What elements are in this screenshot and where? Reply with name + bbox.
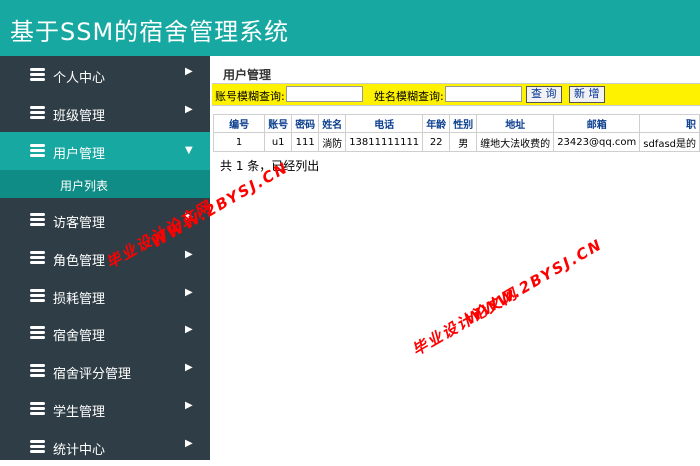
column-header-address: 地址 bbox=[476, 114, 555, 133]
account-search-input[interactable] bbox=[286, 86, 363, 102]
column-header-age: 年龄 bbox=[422, 114, 451, 133]
app-header: 基于SSM的宿舍管理系统 bbox=[0, 0, 700, 56]
list-icon bbox=[30, 440, 45, 454]
column-header-phone: 电话 bbox=[345, 114, 424, 133]
app-title: 基于SSM的宿舍管理系统 bbox=[10, 18, 290, 46]
column-header-name: 姓名 bbox=[318, 114, 347, 133]
cell-account: u1 bbox=[264, 132, 293, 152]
list-icon bbox=[30, 68, 45, 82]
sidebar-item-user-management[interactable]: 用户管理 ▼ bbox=[0, 132, 210, 170]
sidebar-item-label: 用户管理 bbox=[53, 147, 106, 162]
sidebar-item-label: 宿舍评分管理 bbox=[53, 367, 132, 382]
sidebar-item-label: 损耗管理 bbox=[53, 292, 106, 307]
chevron-right-icon: ▶ bbox=[185, 104, 193, 115]
chevron-right-icon: ▶ bbox=[185, 362, 193, 373]
table-row[interactable]: 1 u1 111 淌防 13811111111 22 男 缠地大法收费的 234… bbox=[212, 132, 700, 152]
sidebar-item-personal-center[interactable]: 个人中心 ▶ bbox=[0, 56, 210, 94]
sidebar-item-label: 班级管理 bbox=[53, 109, 106, 124]
sidebar-item-dorm-score-management[interactable]: 宿舍评分管理 ▶ bbox=[0, 352, 210, 390]
sidebar-subitem-user-list[interactable]: 用户列表 bbox=[0, 170, 210, 198]
cell-password: 111 bbox=[291, 132, 320, 152]
chevron-right-icon: ▶ bbox=[185, 438, 193, 449]
list-icon bbox=[30, 289, 45, 303]
column-header-position: 职 bbox=[639, 114, 700, 133]
list-icon bbox=[30, 144, 45, 158]
sidebar-item-label: 角色管理 bbox=[53, 254, 106, 269]
column-header-email: 邮箱 bbox=[553, 114, 641, 133]
cell-address: 缠地大法收费的 bbox=[476, 132, 555, 152]
chevron-down-icon: ▼ bbox=[185, 145, 193, 156]
cell-id: 1 bbox=[212, 132, 266, 152]
main-content: 用户管理 账号模糊查询: 姓名模糊查询: 查 询 新 增 编号 账号 密码 姓名… bbox=[210, 56, 700, 460]
sidebar-item-label: 宿舍管理 bbox=[53, 329, 106, 344]
sidebar-item-class-management[interactable]: 班级管理 ▶ bbox=[0, 94, 210, 132]
cell-position: sdfasd是的 bbox=[639, 132, 700, 152]
sidebar-subitem-label: 用户列表 bbox=[60, 179, 109, 193]
add-button[interactable]: 新 增 bbox=[569, 86, 605, 103]
cell-age: 22 bbox=[422, 132, 451, 152]
list-icon bbox=[30, 364, 45, 378]
sidebar-item-label: 学生管理 bbox=[53, 405, 106, 420]
chevron-right-icon: ▶ bbox=[185, 324, 193, 335]
list-icon bbox=[30, 326, 45, 340]
sidebar-item-label: 访客管理 bbox=[53, 216, 106, 231]
chevron-right-icon: ▶ bbox=[185, 287, 193, 298]
cell-phone: 13811111111 bbox=[345, 132, 424, 152]
chevron-right-icon: ▶ bbox=[185, 66, 193, 77]
list-icon bbox=[30, 106, 45, 120]
list-icon bbox=[30, 251, 45, 265]
breadcrumb: 用户管理 bbox=[223, 68, 272, 82]
cell-email: 23423@qq.com bbox=[553, 132, 641, 152]
name-search-label: 姓名模糊查询: bbox=[374, 90, 444, 103]
sidebar-item-student-management[interactable]: 学生管理 ▶ bbox=[0, 390, 210, 428]
cell-gender: 男 bbox=[449, 132, 478, 152]
sidebar-item-label: 统计中心 bbox=[53, 443, 106, 458]
chevron-right-icon: ▶ bbox=[185, 400, 193, 411]
query-button[interactable]: 查 询 bbox=[526, 86, 562, 103]
sidebar-item-statistics-center[interactable]: 统计中心 ▶ bbox=[0, 428, 210, 466]
sidebar-item-label: 个人中心 bbox=[53, 71, 106, 86]
sidebar-item-dorm-management[interactable]: 宿舍管理 ▶ bbox=[0, 314, 210, 352]
list-icon bbox=[30, 402, 45, 416]
column-header-account: 账号 bbox=[264, 114, 293, 133]
chevron-right-icon: ▶ bbox=[185, 249, 193, 260]
search-bar: 账号模糊查询: 姓名模糊查询: 查 询 新 增 bbox=[212, 83, 700, 106]
column-header-id: 编号 bbox=[212, 114, 266, 133]
column-header-password: 密码 bbox=[291, 114, 320, 133]
account-search-label: 账号模糊查询: bbox=[215, 90, 285, 103]
cell-name: 淌防 bbox=[318, 132, 347, 152]
user-table: 编号 账号 密码 姓名 电话 年龄 性别 地址 邮箱 职 1 u1 111 淌防… bbox=[212, 114, 700, 152]
list-icon bbox=[30, 213, 45, 227]
sidebar-item-loss-management[interactable]: 损耗管理 ▶ bbox=[0, 277, 210, 315]
table-header-row: 编号 账号 密码 姓名 电话 年龄 性别 地址 邮箱 职 bbox=[212, 114, 700, 133]
name-search-input[interactable] bbox=[445, 86, 522, 102]
column-header-gender: 性别 bbox=[449, 114, 478, 133]
